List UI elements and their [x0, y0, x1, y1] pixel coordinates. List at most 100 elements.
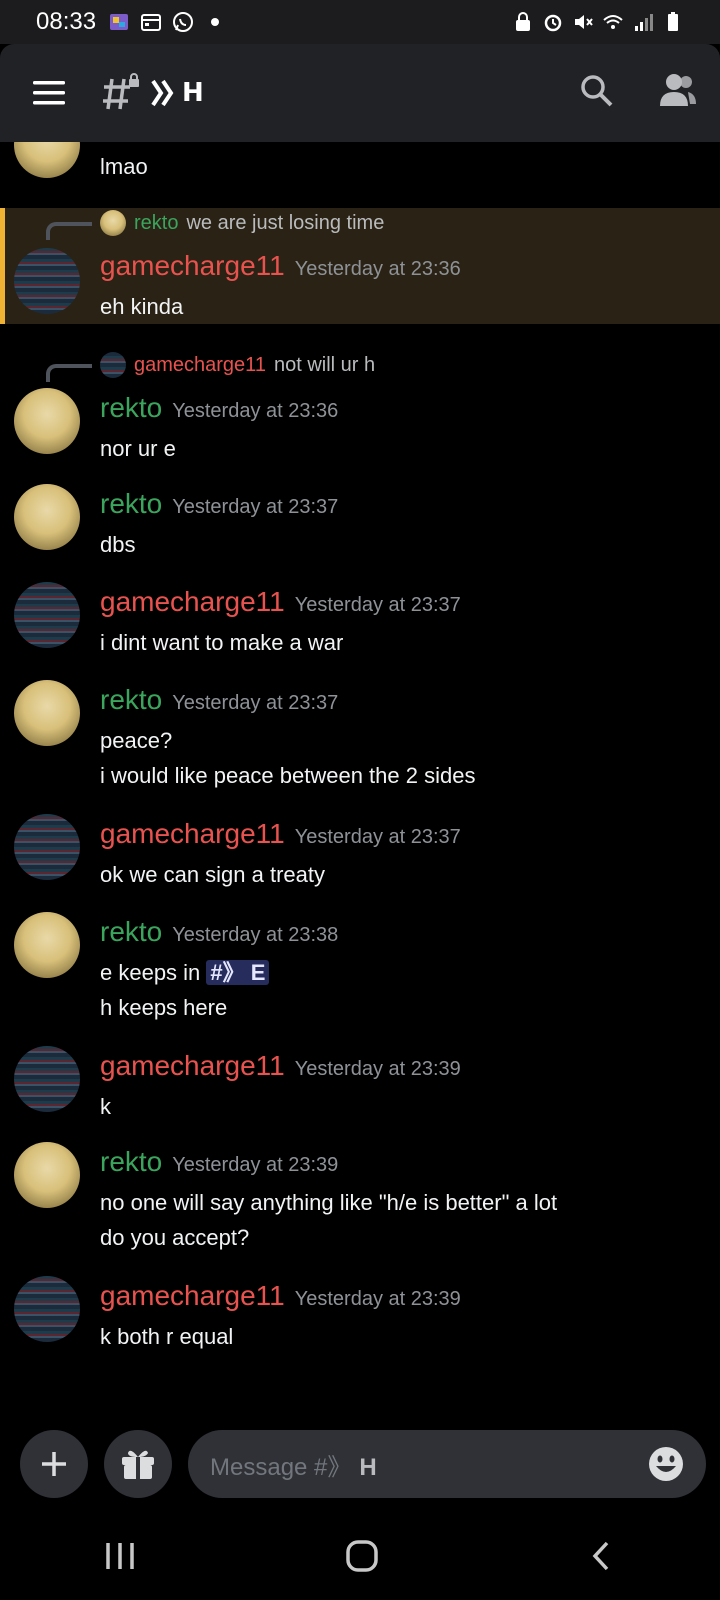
- gift-button[interactable]: [104, 1430, 172, 1498]
- hamburger-menu-icon[interactable]: [30, 80, 70, 106]
- timestamp: Yesterday at 23:37: [172, 692, 339, 714]
- message-text: no one will say anything like "h/e is be…: [100, 1190, 558, 1215]
- message-text: do you accept?: [100, 1225, 250, 1250]
- author-name[interactable]: rekto: [100, 488, 162, 519]
- avatar[interactable]: [14, 388, 80, 454]
- reply-preview[interactable]: gamecharge11 not will ur h: [100, 352, 375, 378]
- calendar-icon: [141, 14, 162, 31]
- mute-icon: [575, 15, 593, 29]
- timestamp: Yesterday at 23:39: [294, 1288, 461, 1310]
- avatar[interactable]: [14, 1046, 80, 1112]
- author-name[interactable]: rekto: [100, 1146, 162, 1177]
- app-notification-icon: [110, 14, 129, 30]
- message-text: ok we can sign a treaty: [100, 862, 326, 887]
- system-navigation-bar: [0, 1512, 720, 1600]
- timestamp: Yesterday at 23:37: [172, 496, 339, 518]
- search-icon[interactable]: [580, 74, 614, 108]
- message-text: peace?: [100, 728, 173, 753]
- recent-apps-icon[interactable]: [103, 1539, 137, 1573]
- message-header: gamecharge11 Yesterday at 23:39: [100, 1280, 461, 1312]
- reply-connector: [46, 222, 92, 240]
- channel-header: H: [0, 44, 720, 142]
- message-composer: Message #》 H: [0, 1430, 720, 1504]
- timestamp: Yesterday at 23:39: [172, 1154, 339, 1176]
- members-icon[interactable]: [658, 72, 698, 108]
- author-name[interactable]: rekto: [100, 684, 162, 715]
- avatar[interactable]: [14, 1142, 80, 1208]
- timestamp: Yesterday at 23:39: [294, 1058, 461, 1080]
- message-header: gamecharge11 Yesterday at 23:36: [100, 250, 461, 282]
- timestamp: Yesterday at 23:37: [294, 826, 461, 848]
- reply-text: we are just losing time: [186, 211, 385, 234]
- message-text: e keeps in #》 E: [100, 956, 270, 990]
- message-header: gamecharge11 Yesterday at 23:37: [100, 818, 461, 850]
- timestamp: Yesterday at 23:37: [294, 594, 461, 616]
- reply-avatar: [100, 352, 126, 378]
- reply-author: gamecharge11: [134, 353, 266, 376]
- author-name[interactable]: gamecharge11: [100, 586, 285, 617]
- wifi-icon: [603, 15, 623, 29]
- double-chevron-icon: [151, 79, 174, 107]
- reply-connector: [46, 364, 92, 382]
- battery-icon: [668, 12, 678, 31]
- gift-icon: [122, 1450, 154, 1479]
- message-header: rekto Yesterday at 23:37: [100, 684, 338, 716]
- reply-author: rekto: [134, 211, 179, 234]
- message-input[interactable]: Message #》 H: [188, 1430, 706, 1498]
- message-list[interactable]: lmao rekto we are just losing time gamec…: [0, 142, 720, 1422]
- avatar[interactable]: [14, 1276, 80, 1342]
- plus-icon: [42, 1452, 66, 1476]
- back-icon[interactable]: [587, 1539, 617, 1573]
- add-attachment-button[interactable]: [20, 1430, 88, 1498]
- signal-icon: [635, 14, 653, 31]
- author-name[interactable]: gamecharge11: [100, 1050, 285, 1081]
- reply-preview[interactable]: rekto we are just losing time: [100, 210, 384, 236]
- message-text: eh kinda: [100, 294, 184, 319]
- message-header: gamecharge11 Yesterday at 23:39: [100, 1050, 461, 1082]
- message-text-part: e keeps in: [100, 960, 201, 985]
- avatar[interactable]: [14, 814, 80, 880]
- message-header: rekto Yesterday at 23:38: [100, 916, 338, 948]
- message-text: k both r equal: [100, 1324, 234, 1349]
- clock: 08:33: [36, 8, 97, 35]
- message-header: rekto Yesterday at 23:37: [100, 488, 338, 520]
- message-text: i dint want to make a war: [100, 630, 344, 655]
- message-text: nor ur e: [100, 436, 176, 461]
- home-icon[interactable]: [344, 1538, 380, 1574]
- channel-mention[interactable]: #》 E: [206, 960, 270, 985]
- message-text: i would like peace between the 2 sides: [100, 763, 476, 788]
- message-text: h keeps here: [100, 995, 228, 1020]
- avatar[interactable]: [14, 912, 80, 978]
- author-name[interactable]: rekto: [100, 916, 162, 947]
- locked-channel-hash-icon: [103, 73, 139, 110]
- message-header: rekto Yesterday at 23:39: [100, 1146, 338, 1178]
- reply-text: not will ur h: [273, 353, 376, 376]
- message-header: gamecharge11 Yesterday at 23:37: [100, 586, 461, 618]
- timestamp: Yesterday at 23:36: [172, 400, 339, 422]
- channel-name: H: [182, 78, 204, 108]
- message-text: lmao: [100, 154, 148, 179]
- avatar[interactable]: [14, 582, 80, 648]
- avatar[interactable]: [14, 142, 80, 178]
- message-header: rekto Yesterday at 23:36: [100, 392, 338, 424]
- timestamp: Yesterday at 23:36: [294, 258, 461, 280]
- status-bar: 08:33: [0, 0, 720, 44]
- lock-icon: [516, 12, 530, 31]
- message-text: dbs: [100, 532, 136, 557]
- author-name[interactable]: rekto: [100, 392, 162, 423]
- author-name[interactable]: gamecharge11: [100, 1280, 285, 1311]
- alarm-icon: [544, 14, 562, 32]
- channel-title[interactable]: H: [102, 73, 204, 113]
- reply-avatar: [100, 210, 126, 236]
- whatsapp-icon: [173, 12, 194, 32]
- timestamp: Yesterday at 23:38: [172, 924, 339, 946]
- avatar[interactable]: [14, 484, 80, 550]
- message-text: k: [100, 1094, 111, 1119]
- avatar[interactable]: [14, 248, 80, 314]
- author-name[interactable]: gamecharge11: [100, 250, 285, 281]
- emoji-icon[interactable]: [646, 1444, 686, 1484]
- author-name[interactable]: gamecharge11: [100, 818, 285, 849]
- message-input-placeholder: Message #》 H: [210, 1453, 377, 1481]
- dot-icon: [211, 18, 220, 26]
- avatar[interactable]: [14, 680, 80, 746]
